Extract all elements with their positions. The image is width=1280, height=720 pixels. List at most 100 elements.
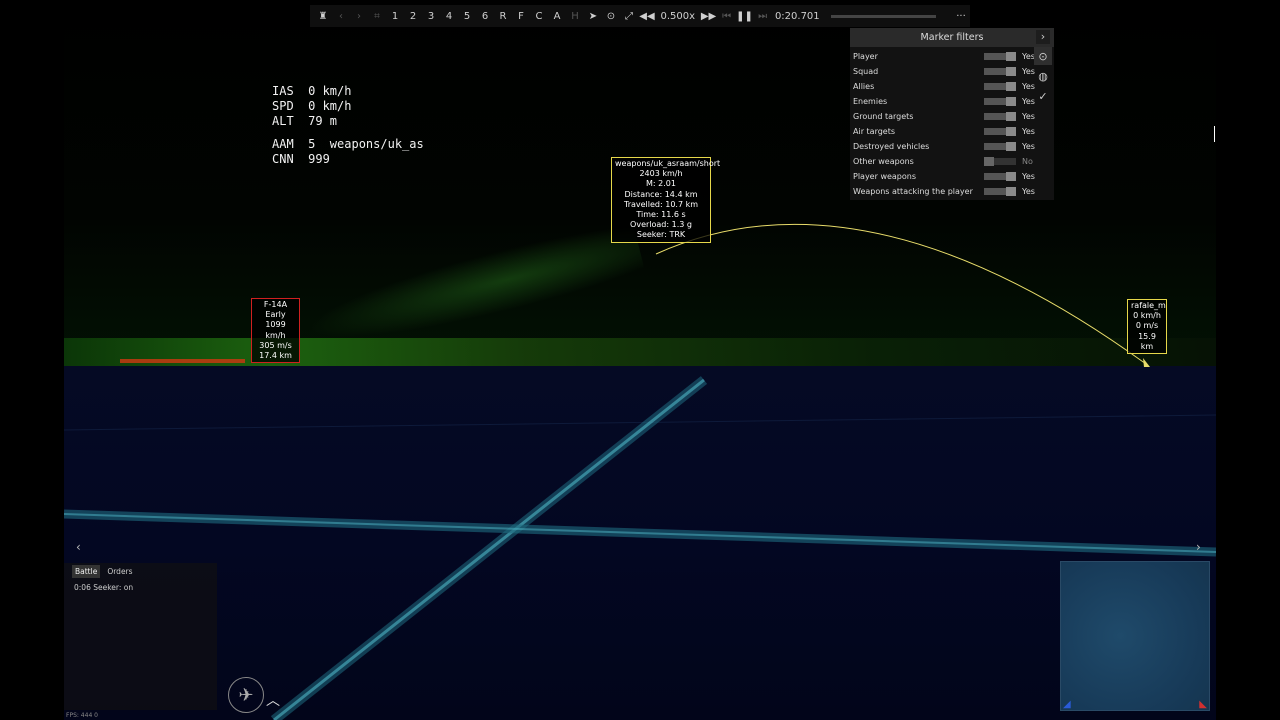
- next-target-icon[interactable]: ›: [350, 11, 368, 22]
- filter-destroyed-vehicles[interactable]: Destroyed vehicles Yes: [850, 139, 1035, 154]
- frame-f-button[interactable]: F: [512, 11, 530, 22]
- rafale-distance: 15.9 km: [1138, 331, 1156, 351]
- filters-list: Player Yes Squad Yes Allies Yes Enemies Yes …: [850, 49, 1035, 199]
- filter-toggle[interactable]: [984, 127, 1016, 136]
- chat-message: 0:06 Seeker: on: [74, 583, 134, 592]
- filter-ground-targets[interactable]: Ground targets Yes: [850, 109, 1035, 124]
- frame-a-button[interactable]: A: [548, 11, 566, 22]
- playback-speed[interactable]: 0.500x: [656, 11, 700, 22]
- marker-filters-header: Marker filters ›: [850, 28, 1054, 47]
- missile-speed: 2403 km/h: [639, 169, 683, 179]
- minimap[interactable]: ◢ ◣: [1060, 561, 1210, 711]
- enemy-map-icon: ◣: [1199, 699, 1207, 710]
- filter-label: Other weapons: [853, 157, 914, 166]
- filter-value: No: [1022, 157, 1033, 166]
- fast-forward-icon[interactable]: ▶▶: [700, 11, 718, 22]
- brush-icon[interactable]: ✓: [1034, 87, 1052, 105]
- filter-toggle[interactable]: [984, 112, 1016, 121]
- filter-squad[interactable]: Squad Yes: [850, 64, 1035, 79]
- frame-5-button[interactable]: 5: [458, 11, 476, 22]
- missile-trajectory: [655, 223, 1147, 365]
- missile-marker[interactable]: weapons/uk_asraam/short 2403 km/h M: 2.0…: [611, 157, 720, 243]
- frame-1-button[interactable]: 1: [386, 11, 404, 22]
- missile-seeker: Seeker: TRK: [636, 230, 686, 240]
- rafale-vspeed: 0 m/s: [1135, 321, 1159, 331]
- filter-toggle[interactable]: [984, 142, 1016, 151]
- filter-label: Weapons attacking the player: [853, 187, 973, 196]
- camera-icon[interactable]: ♜: [314, 11, 332, 22]
- filter-label: Player: [853, 52, 878, 61]
- filter-value: Yes: [1022, 112, 1035, 121]
- tab-orders[interactable]: Orders: [104, 565, 135, 578]
- mouse-cursor: [1214, 126, 1215, 142]
- frame-2-button[interactable]: 2: [404, 11, 422, 22]
- replay-time: 0:20.701: [774, 10, 820, 22]
- frame-c-button[interactable]: C: [530, 11, 548, 22]
- filter-label: Allies: [853, 82, 875, 91]
- free-camera-icon[interactable]: ⤢: [620, 11, 638, 22]
- chevron-up-icon[interactable]: ︿: [266, 690, 280, 710]
- filter-value: Yes: [1022, 142, 1035, 151]
- frame-6-button[interactable]: 6: [476, 11, 494, 22]
- cursor-icon[interactable]: ➤: [584, 11, 602, 22]
- chat-tabs: Battle Orders: [64, 563, 217, 579]
- tab-battle[interactable]: Battle: [72, 564, 101, 578]
- filter-air-targets[interactable]: Air targets Yes: [850, 124, 1035, 139]
- skip-forward-icon[interactable]: ⏭: [754, 11, 772, 22]
- marker-filters-panel: Marker filters › Player Yes Squad Yes Alli…: [850, 28, 1054, 200]
- enemy-name: F-14A Early: [263, 300, 288, 320]
- filter-weapons-attacking-player[interactable]: Weapons attacking the player Yes: [850, 184, 1035, 199]
- rafale-marker[interactable]: rafale_m 0 km/h 0 m/s 15.9 km: [1127, 299, 1167, 355]
- filter-enemies[interactable]: Enemies Yes: [850, 94, 1035, 109]
- filter-value: Yes: [1022, 97, 1035, 106]
- pause-icon[interactable]: ❚❚: [736, 11, 754, 22]
- filter-side-tools: ⊙ ◍ ✓: [1034, 47, 1054, 107]
- filter-toggle[interactable]: [984, 172, 1016, 181]
- globe-icon[interactable]: ◍: [1034, 67, 1052, 85]
- filter-label: Air targets: [853, 127, 896, 136]
- fps-counter: FPS: 444 0: [66, 712, 98, 719]
- enemy-distance: 17.4 km: [259, 351, 292, 361]
- enemy-marker[interactable]: F-14A Early 1099 km/h 305 m/s 17.4 km: [251, 298, 300, 364]
- missile-distance: Distance: 14.4 km: [624, 189, 698, 199]
- missile-overload: Overload: 1.3 g: [630, 220, 692, 230]
- filter-label: Destroyed vehicles: [853, 142, 930, 151]
- filter-label: Enemies: [853, 97, 888, 106]
- filter-toggle[interactable]: [984, 82, 1016, 91]
- flight-hud: IAS 0 km/h SPD 0 km/h ALT 79 m AAM 5 wea…: [272, 84, 424, 167]
- hud-aam: AAM 5 weapons/uk_as: [272, 137, 424, 151]
- rafale-name: rafale_m: [1131, 301, 1166, 310]
- frame-3-button[interactable]: 3: [422, 11, 440, 22]
- rewind-icon[interactable]: ◀◀: [638, 11, 656, 22]
- chat-panel: Battle Orders 0:06 Seeker: on: [64, 563, 217, 710]
- filter-toggle[interactable]: [984, 67, 1016, 76]
- filter-other-weapons[interactable]: Other weapons No: [850, 154, 1034, 169]
- frame-r-button[interactable]: R: [494, 11, 512, 22]
- chevron-left-icon[interactable]: ‹: [76, 540, 81, 554]
- filter-allies[interactable]: Allies Yes: [850, 79, 1035, 94]
- filter-value: Yes: [1022, 67, 1035, 76]
- plane-icon[interactable]: ✈: [228, 677, 264, 713]
- filter-toggle[interactable]: [984, 97, 1016, 106]
- filter-toggle[interactable]: [984, 52, 1016, 61]
- filter-player[interactable]: Player Yes: [850, 49, 1035, 64]
- frame-h-button[interactable]: H: [566, 11, 584, 22]
- more-menu-icon[interactable]: ···: [952, 11, 970, 22]
- filter-toggle[interactable]: [984, 187, 1016, 196]
- missile-travelled: Travelled: 10.7 km: [623, 199, 699, 209]
- skip-back-icon[interactable]: ⏮: [718, 11, 736, 22]
- filter-toggle[interactable]: [984, 157, 1016, 166]
- marker-icon[interactable]: ⊙: [602, 11, 620, 22]
- hud-spd: SPD 0 km/h: [272, 99, 352, 113]
- filter-player-weapons[interactable]: Player weapons Yes: [850, 169, 1035, 184]
- marker-filter-icon[interactable]: ⊙: [1034, 47, 1052, 65]
- rafale-speed: 0 km/h: [1133, 311, 1161, 321]
- frame-4-button[interactable]: 4: [440, 11, 458, 22]
- hud-alt: ALT 79 m: [272, 114, 338, 128]
- hud-ias: IAS 0 km/h: [272, 84, 352, 98]
- chevron-right-icon[interactable]: ›: [1196, 540, 1201, 554]
- grid-icon[interactable]: ⌗: [368, 11, 386, 22]
- replay-progress-bar[interactable]: [831, 14, 936, 18]
- chevron-right-icon[interactable]: ›: [1036, 30, 1050, 44]
- prev-target-icon[interactable]: ‹: [332, 11, 350, 22]
